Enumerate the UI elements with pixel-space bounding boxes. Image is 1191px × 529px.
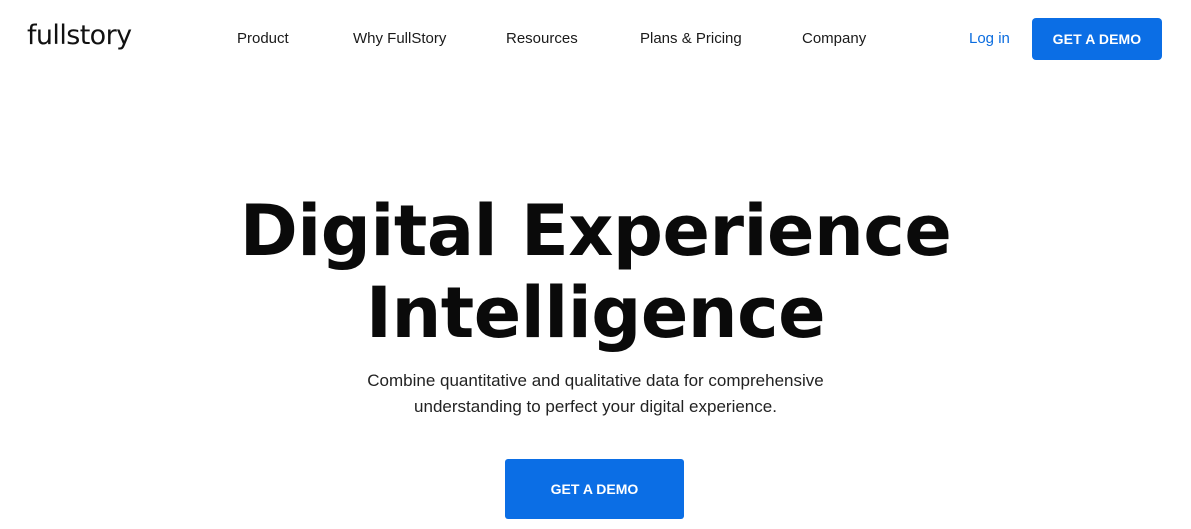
nav-company[interactable]: Company bbox=[802, 30, 866, 47]
login-link[interactable]: Log in bbox=[969, 30, 1010, 47]
hero-title-line-1: Digital Experience bbox=[239, 190, 952, 272]
nav-why-fullstory[interactable]: Why FullStory bbox=[353, 30, 446, 47]
get-demo-header-button[interactable]: GET A DEMO bbox=[1032, 18, 1162, 60]
hero-title-line-2: Intelligence bbox=[365, 272, 826, 354]
get-demo-hero-button[interactable]: GET A DEMO bbox=[505, 459, 684, 519]
fullstory-logo[interactable]: fullstory bbox=[27, 20, 132, 51]
hero-subtitle-line-1: Combine quantitative and qualitative dat… bbox=[367, 371, 824, 390]
site-header: fullstory Product Why FullStory Resource… bbox=[0, 0, 1191, 78]
hero-subtitle-line-2: understanding to perfect your digital ex… bbox=[414, 397, 777, 416]
nav-resources[interactable]: Resources bbox=[506, 30, 578, 47]
hero-subtitle: Combine quantitative and qualitative dat… bbox=[0, 368, 1191, 420]
nav-plans-pricing[interactable]: Plans & Pricing bbox=[640, 30, 742, 47]
nav-product[interactable]: Product bbox=[237, 30, 289, 47]
hero-title: Digital Experience Intelligence bbox=[0, 190, 1191, 354]
